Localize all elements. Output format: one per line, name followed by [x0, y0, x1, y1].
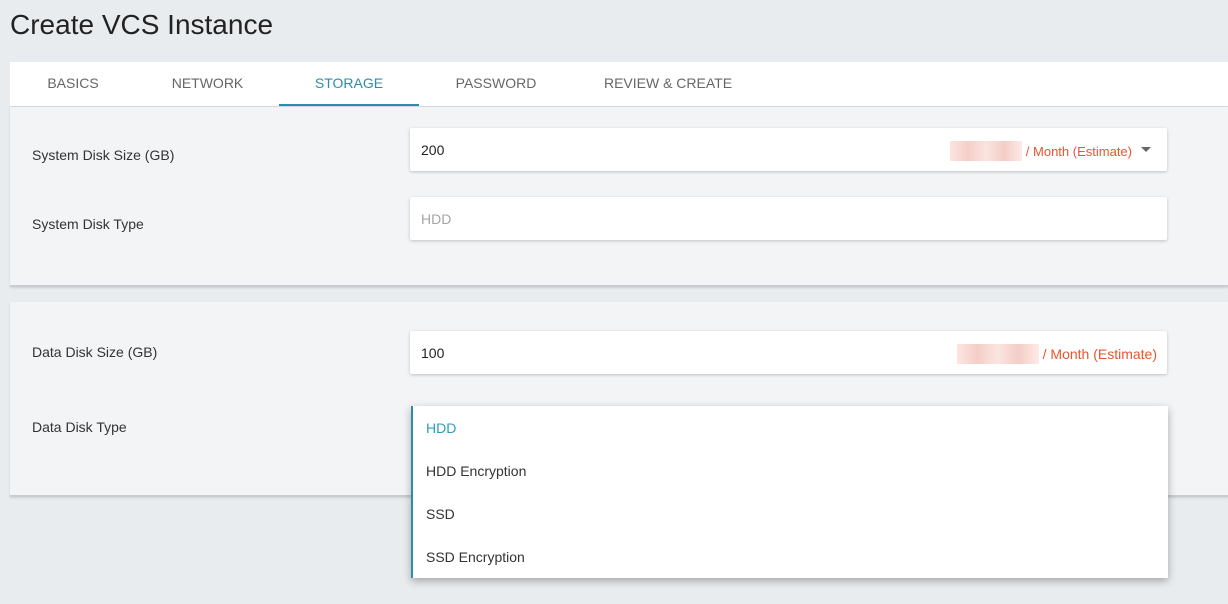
data-disk-price-estimate: / Month (Estimate) [956, 344, 1157, 364]
menu-item-ssd-encryption[interactable]: SSD Encryption [426, 549, 525, 565]
data-disk-size-input[interactable]: 100 / Month (Estimate) [410, 331, 1167, 374]
tab-password[interactable]: PASSWORD [423, 62, 569, 106]
menu-item-ssd[interactable]: SSD [426, 506, 455, 522]
data-disk-size-label: Data Disk Size (GB) [32, 344, 158, 360]
system-disk-panel: System Disk Size (GB) 200 / Month (Estim… [10, 107, 1228, 287]
data-disk-type-label: Data Disk Type [32, 419, 127, 435]
system-disk-type-value: HDD [421, 211, 452, 227]
system-disk-size-label: System Disk Size (GB) [32, 147, 175, 163]
data-disk-type-dropdown-menu: HDD HDD Encryption SSD SSD Encryption [411, 406, 1168, 578]
system-disk-size-select[interactable]: 200 / Month (Estimate) [410, 128, 1167, 171]
tab-bar: BASICS NETWORK STORAGE PASSWORD REVIEW &… [10, 62, 1228, 107]
tab-network[interactable]: NETWORK [140, 62, 275, 106]
system-disk-type-label: System Disk Type [32, 216, 144, 232]
menu-item-hdd[interactable]: HDD [426, 420, 456, 436]
menu-item-hdd-encryption[interactable]: HDD Encryption [426, 463, 526, 479]
page-title: Create VCS Instance [10, 9, 274, 40]
system-disk-price-estimate: / Month (Estimate) [949, 141, 1132, 161]
chevron-down-icon[interactable] [1141, 147, 1151, 152]
price-redacted [956, 344, 1039, 364]
tab-basics[interactable]: BASICS [10, 62, 136, 106]
data-disk-estimate-text: / Month (Estimate) [1042, 346, 1157, 362]
tab-review-create[interactable]: REVIEW & CREATE [573, 62, 763, 106]
system-disk-size-value: 200 [421, 142, 445, 158]
price-redacted [949, 141, 1022, 161]
system-disk-type-field[interactable]: HDD [410, 197, 1167, 240]
data-disk-size-value: 100 [421, 345, 445, 361]
system-disk-estimate-text: / Month (Estimate) [1025, 143, 1132, 159]
tab-storage[interactable]: STORAGE [279, 62, 419, 106]
